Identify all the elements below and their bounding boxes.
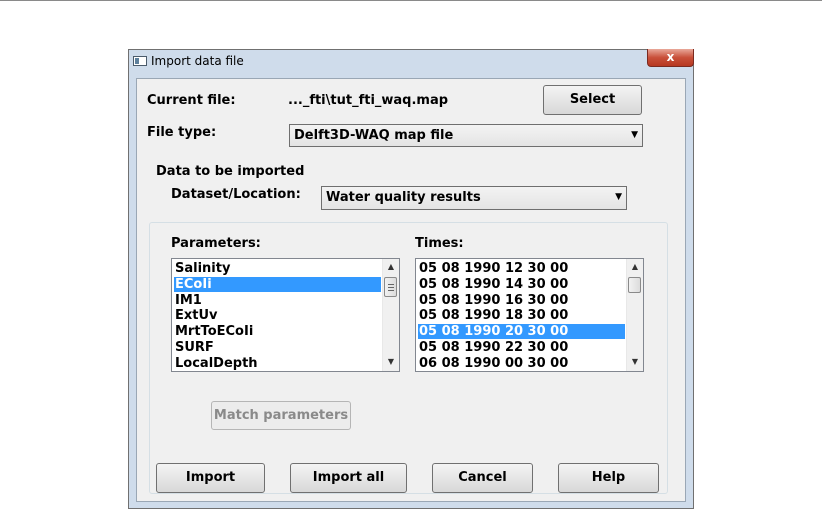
- parameters-label: Parameters:: [171, 236, 261, 251]
- time-item[interactable]: 05 08 1990 16 30 00: [418, 293, 625, 308]
- scroll-down-icon[interactable]: ▼: [383, 354, 399, 370]
- time-item[interactable]: 05 08 1990 20 30 00: [418, 324, 625, 339]
- parameter-item[interactable]: IM1: [174, 293, 381, 308]
- dataset-location-dropdown[interactable]: Water quality results ▼: [321, 186, 627, 210]
- current-file-label: Current file:: [147, 93, 236, 108]
- parameter-item[interactable]: SURF: [174, 340, 381, 355]
- scroll-up-icon[interactable]: ▲: [383, 259, 399, 275]
- parameters-scroll-thumb[interactable]: [384, 277, 397, 297]
- time-item[interactable]: 05 08 1990 18 30 00: [418, 308, 625, 323]
- file-type-dropdown[interactable]: Delft3D-WAQ map file ▼: [289, 124, 643, 147]
- import-button[interactable]: Import: [156, 463, 265, 493]
- times-label: Times:: [415, 236, 464, 251]
- parameter-item[interactable]: LocalDepth: [174, 356, 381, 371]
- cancel-button[interactable]: Cancel: [432, 463, 533, 493]
- chevron-down-icon: ▼: [631, 130, 638, 140]
- times-scrollbar[interactable]: ▲ ▼: [626, 259, 643, 371]
- window-icon: [133, 56, 147, 66]
- top-rule: [0, 0, 822, 1]
- chevron-down-icon: ▼: [615, 192, 622, 202]
- parameter-item[interactable]: Salinity: [174, 261, 381, 276]
- match-parameters-button[interactable]: Match parameters: [211, 401, 351, 430]
- dataset-location-label: Dataset/Location:: [171, 187, 301, 202]
- title-bar[interactable]: Import data file x: [129, 49, 694, 72]
- parameter-item[interactable]: ExtUv: [174, 308, 381, 323]
- time-item[interactable]: 06 08 1990 00 30 00: [418, 356, 625, 371]
- dialog-client: Current file: ..._fti\tut_fti_waq.map Se…: [136, 78, 686, 502]
- time-item[interactable]: 05 08 1990 22 30 00: [418, 340, 625, 355]
- times-scroll-thumb[interactable]: [628, 277, 641, 293]
- scroll-up-icon[interactable]: ▲: [627, 259, 643, 275]
- parameter-item[interactable]: MrtToECoIi: [174, 324, 381, 339]
- select-button[interactable]: Select: [543, 85, 642, 115]
- parameters-listbox[interactable]: Salinity ECoIi IM1 ExtUv MrtToECoIi SURF…: [171, 258, 400, 372]
- scroll-down-icon[interactable]: ▼: [627, 354, 643, 370]
- parameter-item[interactable]: ECoIi: [174, 277, 381, 292]
- close-button[interactable]: x: [647, 49, 694, 67]
- current-file-value: ..._fti\tut_fti_waq.map: [288, 93, 449, 108]
- data-import-group-caption: Data to be imported: [153, 164, 308, 179]
- time-item[interactable]: 05 08 1990 12 30 00: [418, 261, 625, 276]
- time-item[interactable]: 05 08 1990 14 30 00: [418, 277, 625, 292]
- times-listbox[interactable]: 05 08 1990 12 30 00 05 08 1990 14 30 00 …: [415, 258, 644, 372]
- import-dialog: Import data file x Current file: ..._fti…: [128, 49, 694, 509]
- file-type-label: File type:: [147, 125, 217, 140]
- file-type-selected: Delft3D-WAQ map file: [294, 128, 454, 143]
- dataset-location-selected: Water quality results: [326, 190, 481, 205]
- help-button[interactable]: Help: [558, 463, 659, 493]
- dialog-title: Import data file: [151, 54, 244, 68]
- import-all-button[interactable]: Import all: [290, 463, 407, 493]
- parameters-scrollbar[interactable]: ▲ ▼: [382, 259, 399, 371]
